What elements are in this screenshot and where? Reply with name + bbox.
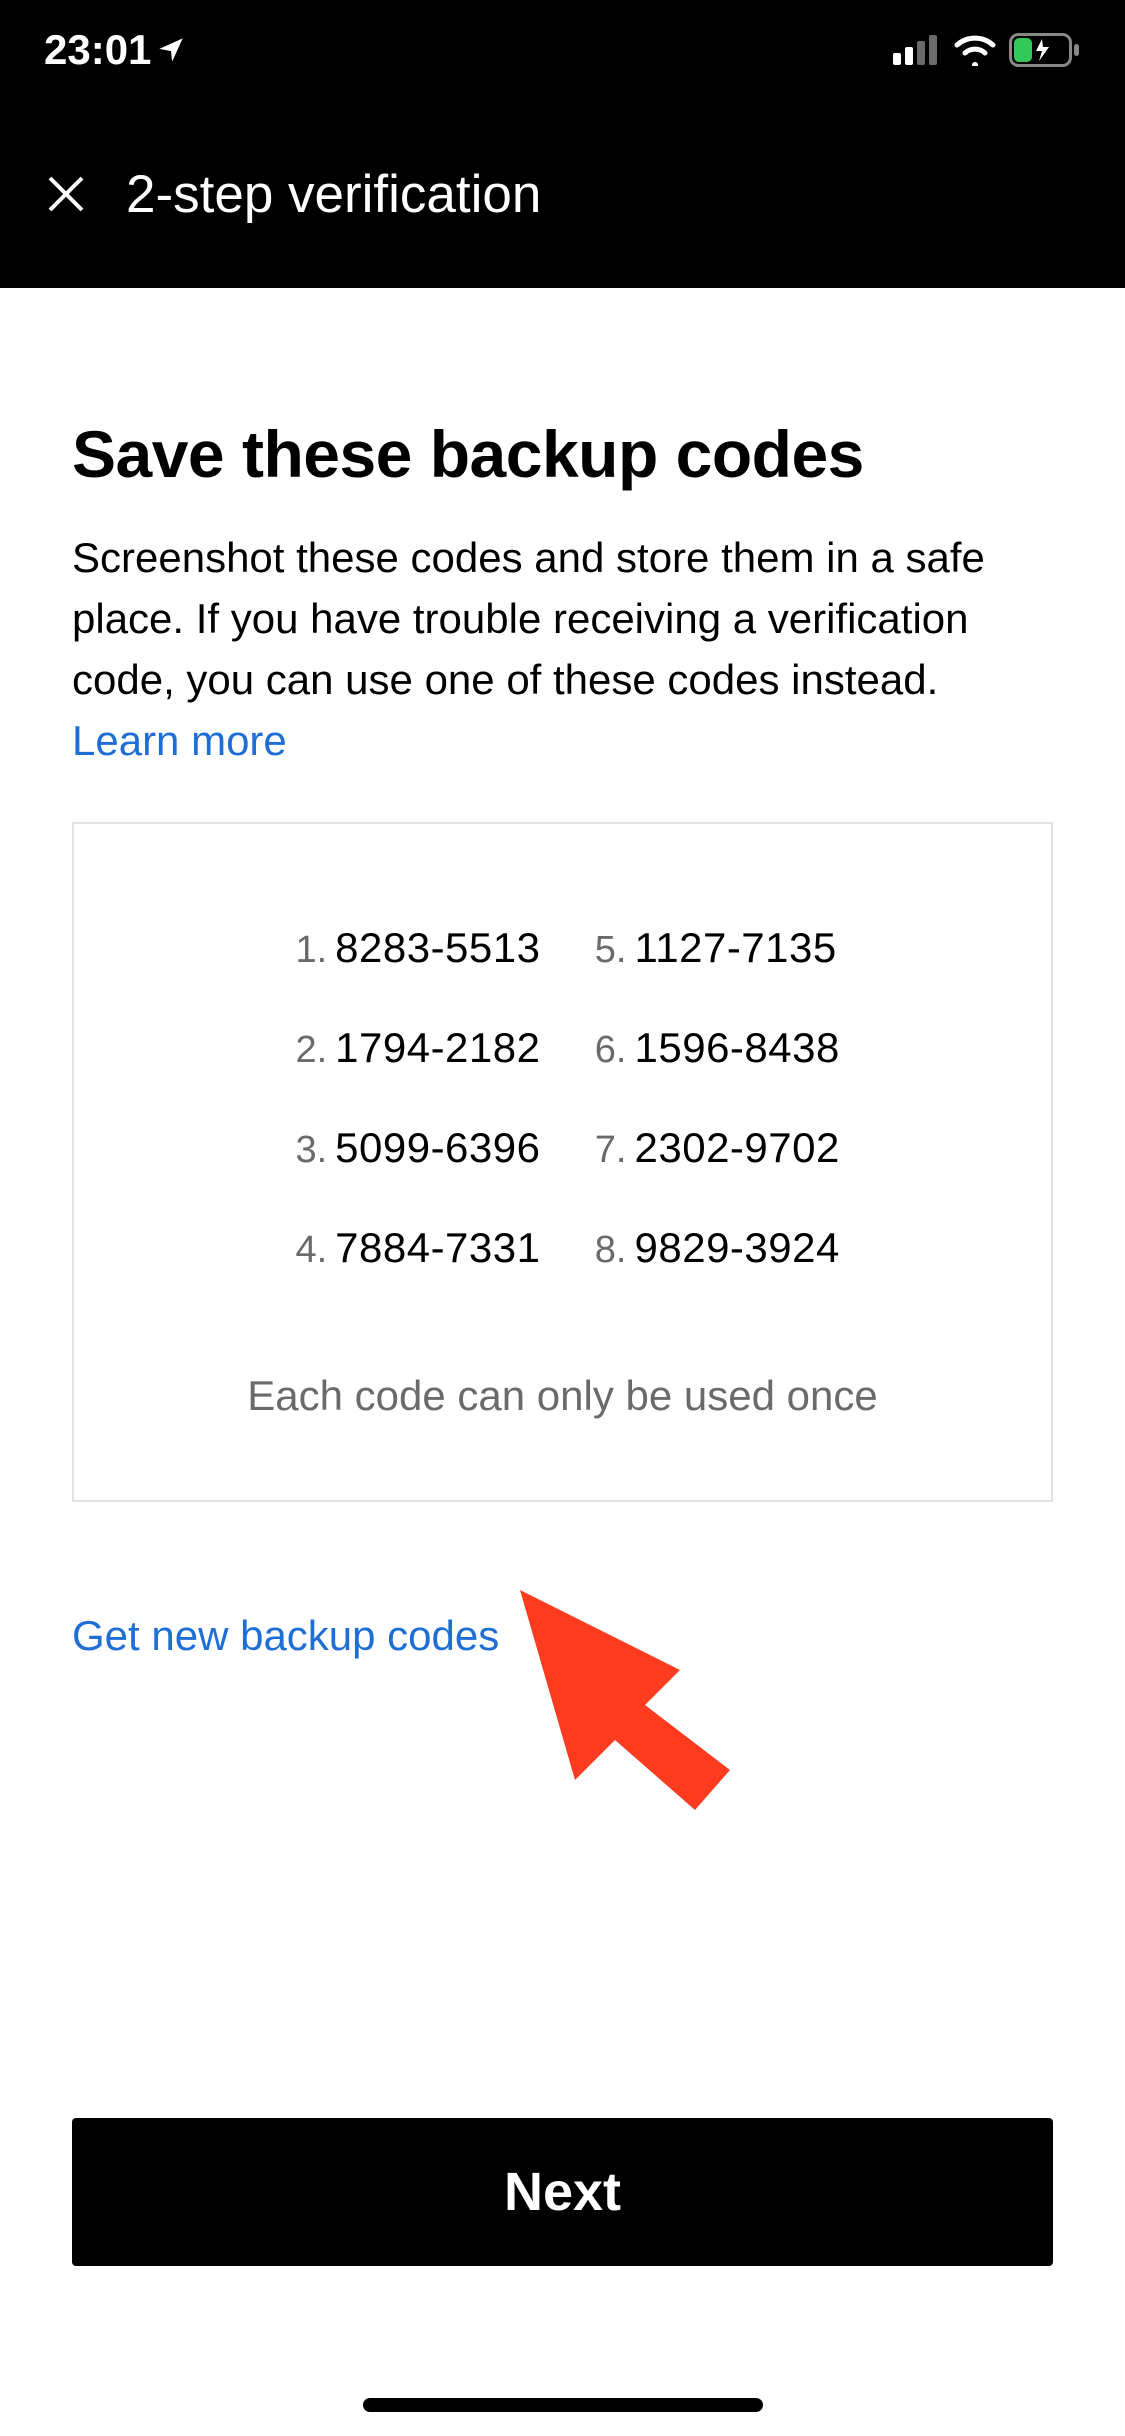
content-area: Save these backup codes Screenshot these… — [0, 288, 1125, 1660]
code-index: 5. — [585, 929, 627, 972]
code-value: 1127-7135 — [635, 924, 837, 972]
status-bar: 23:01 — [0, 0, 1125, 100]
code-value: 2302-9702 — [635, 1124, 840, 1172]
backup-code-item: 6.1596-8438 — [585, 1024, 840, 1072]
home-indicator[interactable] — [363, 2398, 763, 2412]
code-index: 8. — [585, 1229, 627, 1272]
code-value: 1794-2182 — [335, 1024, 540, 1072]
code-index: 6. — [585, 1029, 627, 1072]
code-index: 1. — [285, 929, 327, 972]
battery-charging-icon — [1009, 33, 1081, 67]
codes-column-right: 5.1127-7135 6.1596-8438 7.2302-9702 8.98… — [585, 924, 840, 1272]
codes-column-left: 1.8283-5513 2.1794-2182 3.5099-6396 4.78… — [285, 924, 540, 1272]
code-index: 7. — [585, 1129, 627, 1172]
status-time: 23:01 — [44, 26, 151, 74]
location-icon — [157, 36, 185, 64]
close-icon — [44, 172, 88, 216]
backup-codes-box: 1.8283-5513 2.1794-2182 3.5099-6396 4.78… — [72, 822, 1053, 1502]
nav-bar: 2-step verification — [0, 100, 1125, 288]
next-button[interactable]: Next — [72, 2118, 1053, 2266]
learn-more-link[interactable]: Learn more — [72, 717, 287, 764]
page-headline: Save these backup codes — [72, 416, 1053, 492]
get-new-backup-codes-link[interactable]: Get new backup codes — [72, 1612, 499, 1660]
code-value: 1596-8438 — [635, 1024, 840, 1072]
next-button-label: Next — [504, 2161, 621, 2223]
code-value: 9829-3924 — [635, 1224, 840, 1272]
backup-code-item: 3.5099-6396 — [285, 1124, 540, 1172]
code-index: 2. — [285, 1029, 327, 1072]
close-button[interactable] — [30, 158, 102, 230]
status-icons — [893, 33, 1081, 67]
backup-code-item: 1.8283-5513 — [285, 924, 540, 972]
code-value: 7884-7331 — [335, 1224, 540, 1272]
codes-usage-note: Each code can only be used once — [114, 1372, 1011, 1420]
wifi-icon — [953, 34, 997, 66]
code-value: 8283-5513 — [335, 924, 540, 972]
status-time-group: 23:01 — [44, 26, 185, 74]
code-index: 3. — [285, 1129, 327, 1172]
nav-title: 2-step verification — [126, 164, 541, 225]
backup-codes-grid: 1.8283-5513 2.1794-2182 3.5099-6396 4.78… — [114, 924, 1011, 1272]
backup-code-item: 8.9829-3924 — [585, 1224, 840, 1272]
backup-code-item: 5.1127-7135 — [585, 924, 840, 972]
code-value: 5099-6396 — [335, 1124, 540, 1172]
page-description: Screenshot these codes and store them in… — [72, 528, 1053, 772]
backup-code-item: 7.2302-9702 — [585, 1124, 840, 1172]
cellular-signal-icon — [893, 35, 941, 65]
code-index: 4. — [285, 1229, 327, 1272]
backup-code-item: 4.7884-7331 — [285, 1224, 540, 1272]
backup-code-item: 2.1794-2182 — [285, 1024, 540, 1072]
description-text: Screenshot these codes and store them in… — [72, 534, 985, 703]
